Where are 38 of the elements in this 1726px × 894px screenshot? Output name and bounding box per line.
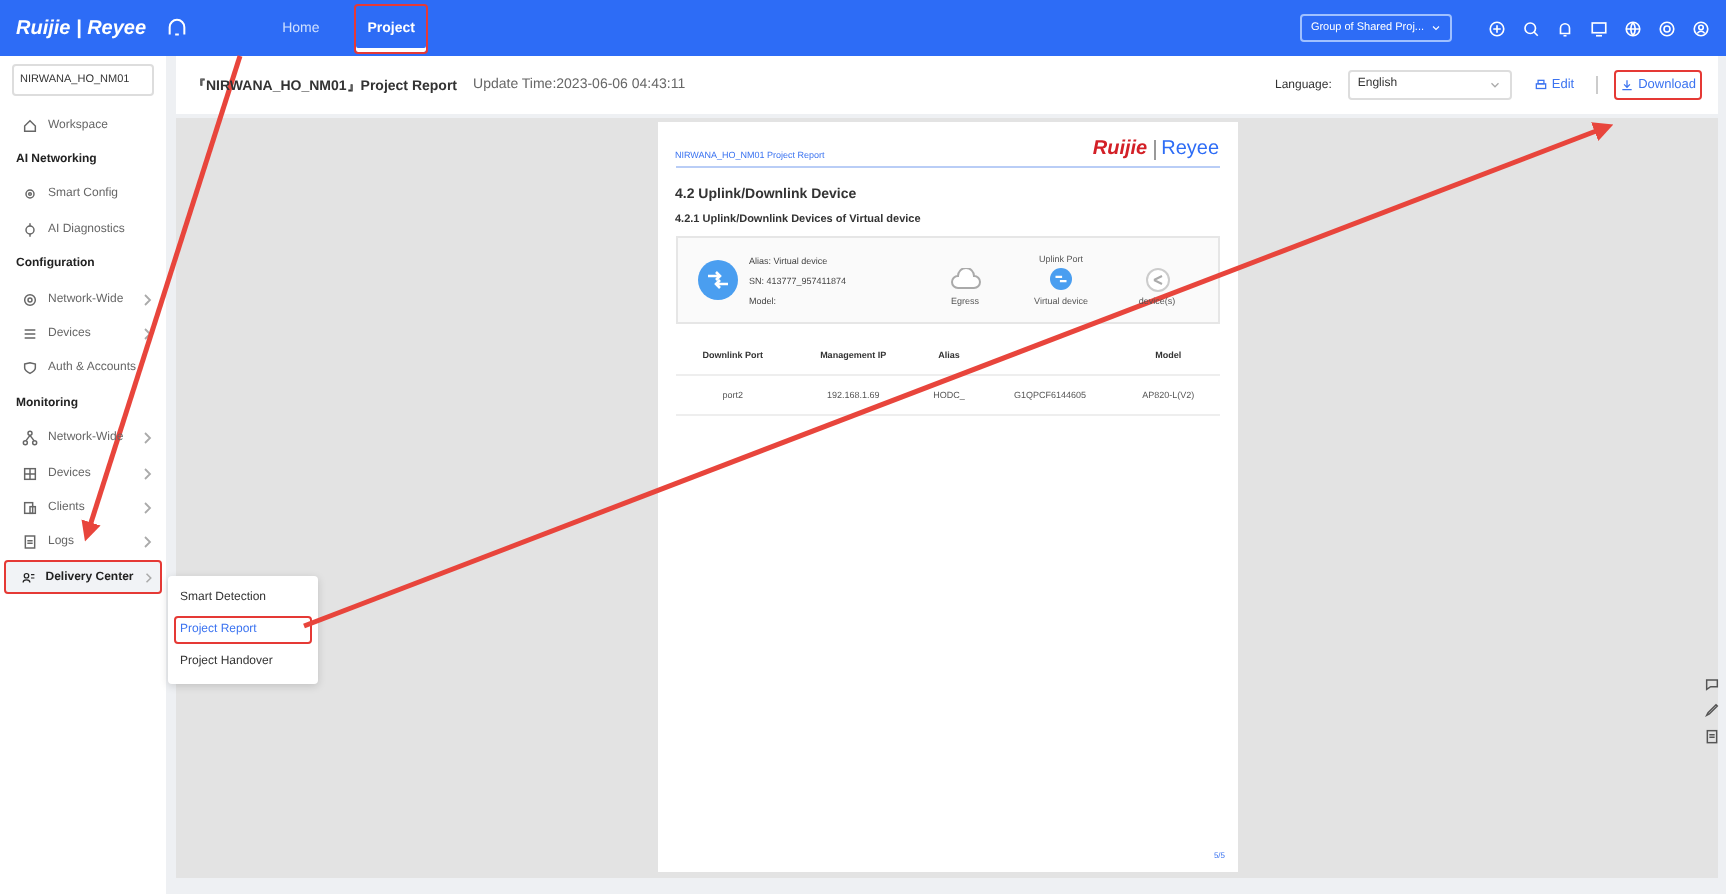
chevron-icon [142, 501, 152, 514]
download-icon [1620, 78, 1635, 92]
logo-text: Reyee [1161, 138, 1219, 160]
menu-item-icon [22, 360, 38, 377]
switch-icon [1050, 268, 1072, 290]
menu-item-icon [22, 569, 36, 586]
add-icon[interactable] [1488, 19, 1506, 37]
bell-icon[interactable] [1556, 19, 1574, 37]
caret-icon [1430, 22, 1442, 34]
menu-item-icon [22, 291, 38, 308]
menu-item-icon [22, 534, 38, 551]
chevron-icon [142, 432, 152, 445]
menu-item-icon [22, 430, 38, 447]
chevron-icon [142, 293, 152, 306]
cloud-icon [949, 268, 981, 290]
clipboard-icon[interactable] [1704, 728, 1720, 744]
chevron-icon [142, 467, 152, 480]
globe-icon[interactable] [1624, 19, 1642, 37]
printer-icon [1533, 78, 1548, 92]
menu-item-icon [22, 499, 38, 516]
share-icon [1145, 268, 1169, 292]
settings-icon[interactable] [1658, 19, 1676, 37]
menu-item-icon [22, 221, 38, 238]
message-icon[interactable] [1590, 19, 1608, 37]
menu-item-icon [22, 186, 38, 203]
chat-icon[interactable] [1704, 676, 1720, 692]
user-icon[interactable] [1692, 19, 1710, 37]
caret-icon [1487, 78, 1502, 92]
brand-logo: Ruijie | Reyee [16, 17, 147, 39]
switch-icon [697, 260, 737, 300]
chevron-icon [143, 571, 152, 584]
chevron-icon [142, 536, 152, 549]
menu-item-icon [22, 465, 38, 482]
menu-item-icon [22, 117, 38, 134]
chevron-icon [142, 328, 152, 341]
menu-item-icon [22, 326, 38, 343]
search-icon[interactable] [1522, 19, 1540, 37]
logo-text: Ruijie [1092, 138, 1148, 160]
